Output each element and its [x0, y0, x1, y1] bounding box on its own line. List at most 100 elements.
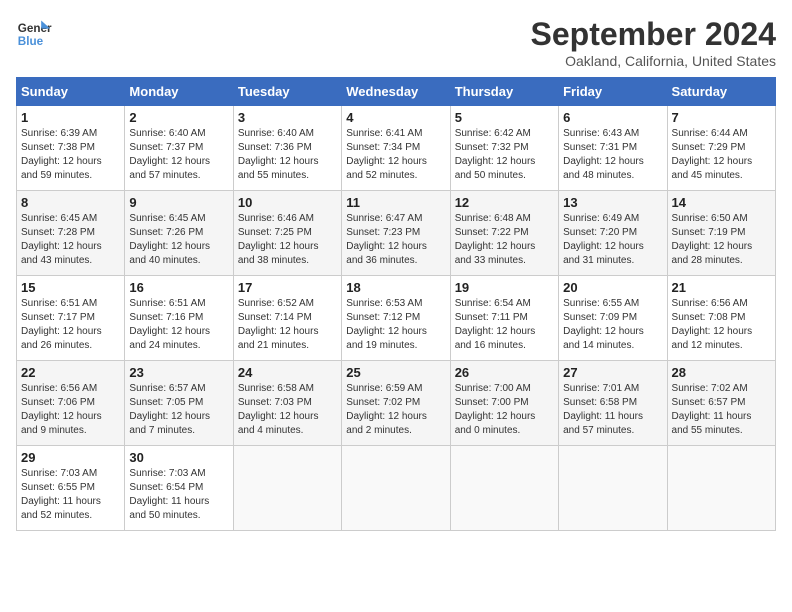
- weekday-header: Monday: [125, 78, 233, 106]
- day-info: Sunrise: 6:50 AM Sunset: 7:19 PM Dayligh…: [672, 212, 771, 268]
- calendar-week-row: 15 Sunrise: 6:51 AM Sunset: 7:17 PM Dayli…: [17, 276, 776, 361]
- day-number: 27: [563, 365, 662, 380]
- day-info: Sunrise: 6:55 AM Sunset: 7:09 PM Dayligh…: [563, 297, 662, 353]
- logo-icon: General Blue: [16, 16, 52, 52]
- weekday-header: Friday: [559, 78, 667, 106]
- day-info: Sunrise: 6:51 AM Sunset: 7:16 PM Dayligh…: [129, 297, 228, 353]
- day-number: 2: [129, 110, 228, 125]
- weekday-header: Saturday: [667, 78, 775, 106]
- day-number: 5: [455, 110, 554, 125]
- day-number: 24: [238, 365, 337, 380]
- calendar-cell: 5 Sunrise: 6:42 AM Sunset: 7:32 PM Daylig…: [450, 106, 558, 191]
- day-number: 7: [672, 110, 771, 125]
- calendar-week-row: 29 Sunrise: 7:03 AM Sunset: 6:55 PM Dayli…: [17, 446, 776, 531]
- day-info: Sunrise: 6:40 AM Sunset: 7:36 PM Dayligh…: [238, 127, 337, 183]
- day-number: 3: [238, 110, 337, 125]
- day-info: Sunrise: 6:46 AM Sunset: 7:25 PM Dayligh…: [238, 212, 337, 268]
- calendar-cell: 20 Sunrise: 6:55 AM Sunset: 7:09 PM Dayli…: [559, 276, 667, 361]
- day-info: Sunrise: 6:43 AM Sunset: 7:31 PM Dayligh…: [563, 127, 662, 183]
- day-info: Sunrise: 6:57 AM Sunset: 7:05 PM Dayligh…: [129, 382, 228, 438]
- day-number: 21: [672, 280, 771, 295]
- calendar-table: SundayMondayTuesdayWednesdayThursdayFrid…: [16, 77, 776, 531]
- day-number: 20: [563, 280, 662, 295]
- calendar-cell: 22 Sunrise: 6:56 AM Sunset: 7:06 PM Dayli…: [17, 361, 125, 446]
- weekday-header-row: SundayMondayTuesdayWednesdayThursdayFrid…: [17, 78, 776, 106]
- day-number: 13: [563, 195, 662, 210]
- calendar-cell: 2 Sunrise: 6:40 AM Sunset: 7:37 PM Daylig…: [125, 106, 233, 191]
- day-info: Sunrise: 6:39 AM Sunset: 7:38 PM Dayligh…: [21, 127, 120, 183]
- calendar-cell: 11Sunrise: 6:47 AM Sunset: 7:23 PM Dayli…: [342, 191, 450, 276]
- title-area: September 2024 Oakland, California, Unit…: [531, 16, 776, 69]
- weekday-header: Sunday: [17, 78, 125, 106]
- calendar-cell: [559, 446, 667, 531]
- calendar-cell: [667, 446, 775, 531]
- day-info: Sunrise: 6:56 AM Sunset: 7:08 PM Dayligh…: [672, 297, 771, 353]
- calendar-cell: 7 Sunrise: 6:44 AM Sunset: 7:29 PM Daylig…: [667, 106, 775, 191]
- calendar-cell: 4Sunrise: 6:41 AM Sunset: 7:34 PM Daylig…: [342, 106, 450, 191]
- calendar-cell: 26 Sunrise: 7:00 AM Sunset: 7:00 PM Dayli…: [450, 361, 558, 446]
- day-info: Sunrise: 7:00 AM Sunset: 7:00 PM Dayligh…: [455, 382, 554, 438]
- day-info: Sunrise: 6:52 AM Sunset: 7:14 PM Dayligh…: [238, 297, 337, 353]
- calendar-cell: [342, 446, 450, 531]
- calendar-cell: 6 Sunrise: 6:43 AM Sunset: 7:31 PM Daylig…: [559, 106, 667, 191]
- calendar-cell: 16Sunrise: 6:51 AM Sunset: 7:16 PM Dayli…: [125, 276, 233, 361]
- calendar-cell: 21 Sunrise: 6:56 AM Sunset: 7:08 PM Dayli…: [667, 276, 775, 361]
- day-number: 14: [672, 195, 771, 210]
- day-info: Sunrise: 6:49 AM Sunset: 7:20 PM Dayligh…: [563, 212, 662, 268]
- svg-text:Blue: Blue: [18, 35, 44, 48]
- day-info: Sunrise: 6:56 AM Sunset: 7:06 PM Dayligh…: [21, 382, 120, 438]
- day-info: Sunrise: 6:44 AM Sunset: 7:29 PM Dayligh…: [672, 127, 771, 183]
- calendar-week-row: 1 Sunrise: 6:39 AM Sunset: 7:38 PM Daylig…: [17, 106, 776, 191]
- day-number: 26: [455, 365, 554, 380]
- day-info: Sunrise: 7:02 AM Sunset: 6:57 PM Dayligh…: [672, 382, 771, 438]
- calendar-cell: 1 Sunrise: 6:39 AM Sunset: 7:38 PM Daylig…: [17, 106, 125, 191]
- day-info: Sunrise: 6:42 AM Sunset: 7:32 PM Dayligh…: [455, 127, 554, 183]
- calendar-cell: [450, 446, 558, 531]
- day-number: 22: [21, 365, 120, 380]
- day-info: Sunrise: 6:47 AM Sunset: 7:23 PM Dayligh…: [346, 212, 445, 268]
- calendar-cell: 12Sunrise: 6:48 AM Sunset: 7:22 PM Dayli…: [450, 191, 558, 276]
- weekday-header: Thursday: [450, 78, 558, 106]
- day-number: 1: [21, 110, 120, 125]
- day-number: 9: [129, 195, 228, 210]
- calendar-cell: 23 Sunrise: 6:57 AM Sunset: 7:05 PM Dayli…: [125, 361, 233, 446]
- day-info: Sunrise: 6:54 AM Sunset: 7:11 PM Dayligh…: [455, 297, 554, 353]
- calendar-cell: 30Sunrise: 7:03 AM Sunset: 6:54 PM Dayli…: [125, 446, 233, 531]
- calendar-cell: 25Sunrise: 6:59 AM Sunset: 7:02 PM Dayli…: [342, 361, 450, 446]
- calendar-cell: 27 Sunrise: 7:01 AM Sunset: 6:58 PM Dayli…: [559, 361, 667, 446]
- calendar-cell: 10 Sunrise: 6:46 AM Sunset: 7:25 PM Dayli…: [233, 191, 341, 276]
- day-info: Sunrise: 6:58 AM Sunset: 7:03 PM Dayligh…: [238, 382, 337, 438]
- calendar-cell: 9 Sunrise: 6:45 AM Sunset: 7:26 PM Daylig…: [125, 191, 233, 276]
- calendar-cell: 8Sunrise: 6:45 AM Sunset: 7:28 PM Daylig…: [17, 191, 125, 276]
- day-number: 17: [238, 280, 337, 295]
- page-header: General Blue September 2024 Oakland, Cal…: [16, 16, 776, 69]
- location: Oakland, California, United States: [531, 53, 776, 69]
- day-number: 18: [346, 280, 445, 295]
- day-number: 10: [238, 195, 337, 210]
- day-number: 6: [563, 110, 662, 125]
- day-info: Sunrise: 7:03 AM Sunset: 6:55 PM Dayligh…: [21, 467, 120, 523]
- day-number: 28: [672, 365, 771, 380]
- calendar-week-row: 8Sunrise: 6:45 AM Sunset: 7:28 PM Daylig…: [17, 191, 776, 276]
- day-number: 23: [129, 365, 228, 380]
- weekday-header: Tuesday: [233, 78, 341, 106]
- day-info: Sunrise: 6:48 AM Sunset: 7:22 PM Dayligh…: [455, 212, 554, 268]
- day-info: Sunrise: 7:01 AM Sunset: 6:58 PM Dayligh…: [563, 382, 662, 438]
- day-info: Sunrise: 7:03 AM Sunset: 6:54 PM Dayligh…: [129, 467, 228, 523]
- day-info: Sunrise: 6:41 AM Sunset: 7:34 PM Dayligh…: [346, 127, 445, 183]
- day-info: Sunrise: 6:45 AM Sunset: 7:26 PM Dayligh…: [129, 212, 228, 268]
- calendar-cell: 15 Sunrise: 6:51 AM Sunset: 7:17 PM Dayli…: [17, 276, 125, 361]
- calendar-cell: 14 Sunrise: 6:50 AM Sunset: 7:19 PM Dayli…: [667, 191, 775, 276]
- weekday-header: Wednesday: [342, 78, 450, 106]
- svg-text:General: General: [18, 22, 52, 35]
- day-number: 19: [455, 280, 554, 295]
- calendar-cell: 18Sunrise: 6:53 AM Sunset: 7:12 PM Dayli…: [342, 276, 450, 361]
- day-number: 29: [21, 450, 120, 465]
- logo: General Blue: [16, 16, 52, 52]
- day-number: 15: [21, 280, 120, 295]
- calendar-cell: 17 Sunrise: 6:52 AM Sunset: 7:14 PM Dayli…: [233, 276, 341, 361]
- day-info: Sunrise: 6:59 AM Sunset: 7:02 PM Dayligh…: [346, 382, 445, 438]
- day-info: Sunrise: 6:51 AM Sunset: 7:17 PM Dayligh…: [21, 297, 120, 353]
- day-info: Sunrise: 6:45 AM Sunset: 7:28 PM Dayligh…: [21, 212, 120, 268]
- day-info: Sunrise: 6:40 AM Sunset: 7:37 PM Dayligh…: [129, 127, 228, 183]
